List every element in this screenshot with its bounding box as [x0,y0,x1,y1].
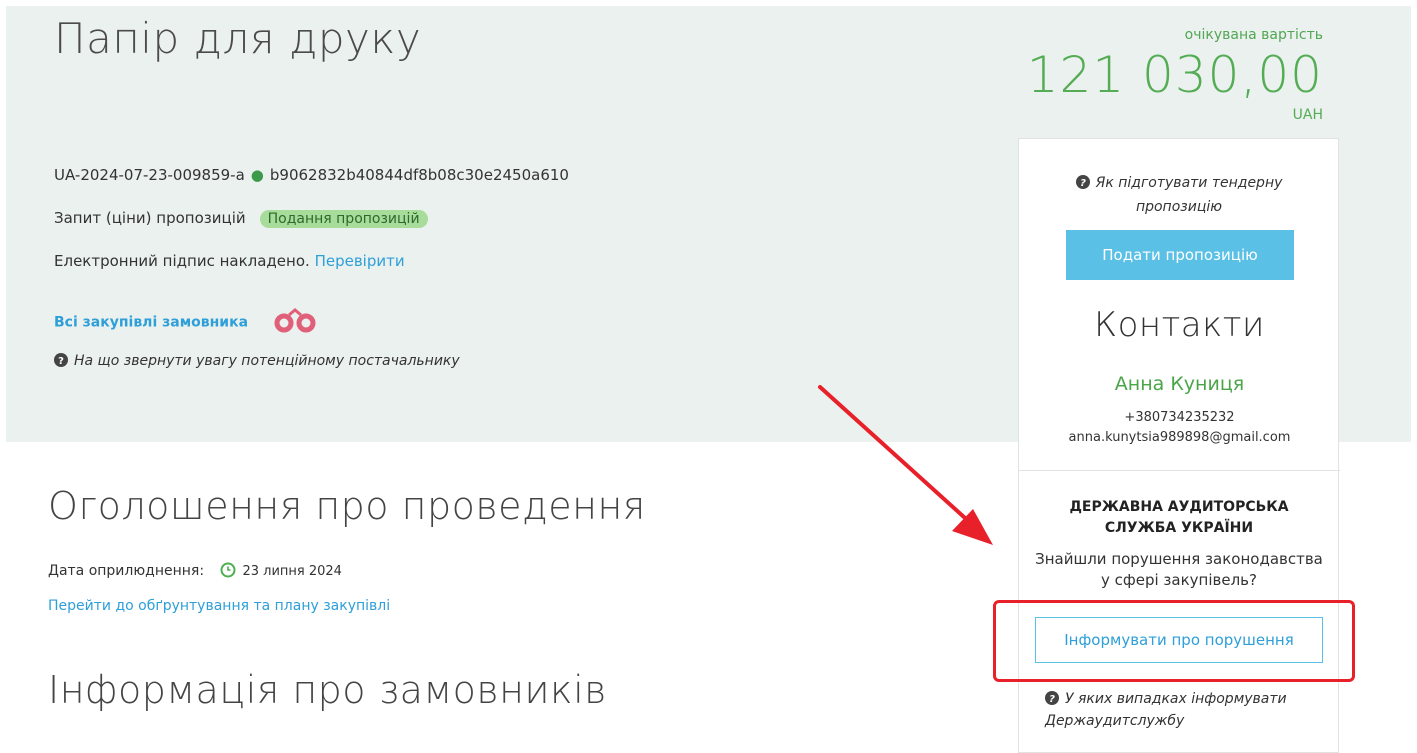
submit-bid-button[interactable]: Подати пропозицію [1066,230,1294,280]
publication-date-label: Дата оприлюднення: [48,563,205,579]
signature-line: Електронний підпис накладено. Перевірити [54,252,405,270]
prepare-bid-help-text: Як підготувати тендерну пропозицію [1095,175,1283,215]
audit-help[interactable]: ? У яких випадках інформувати Держаудитс… [1045,689,1335,732]
verify-signature-link[interactable]: Перевірити [315,252,405,270]
annotation-arrow-icon [818,385,993,545]
supplier-hint-text: На що звернути увагу потенційному постач… [74,353,460,369]
contact-phone: +380734235232 [1124,410,1235,425]
audit-help-text: У яких випадках інформувати Держаудитслу… [1045,691,1287,730]
svg-text:?: ? [1080,178,1086,189]
clock-icon [220,562,236,582]
panel-divider [1019,470,1340,471]
svg-text:?: ? [58,356,64,367]
help-circle-icon: ? [1045,691,1059,711]
plan-link-line: Перейти до обґрунтування та плану закупі… [48,598,390,614]
help-circle-icon: ? [54,353,68,371]
contacts-title: Контакти [1094,305,1265,345]
plan-link[interactable]: Перейти до обґрунтування та плану закупі… [48,598,390,614]
tender-id-line: UA-2024-07-23-009859-a ● b9062832b40844df8… [54,166,569,184]
supplier-hint-line[interactable]: ? На що звернути увагу потенційному пост… [54,351,460,371]
customers-title: Інформація про замовників [48,668,607,712]
contact-name: Анна Куниця [1114,373,1245,395]
expected-cost-label: очікувана вартість [1184,27,1323,43]
all-purchases-link[interactable]: Всі закупівлі замовника [54,315,248,331]
procedure-type: Запит (ціни) пропозицій [54,209,246,227]
status-badge: Подання пропозицій [259,210,428,228]
page-title: Папір для друку [54,14,422,63]
binoculars-icon[interactable] [271,306,319,338]
publication-date-line: Дата оприлюднення: 23 липня 2024 [48,562,342,582]
tender-hash: b9062832b40844df8b08c30e2450a610 [269,166,569,184]
publication-date-value: 23 липня 2024 [242,564,342,579]
tender-id: UA-2024-07-23-009859-a [54,166,245,184]
expected-cost-value: 121 030,00 [1026,46,1323,104]
audit-service-title: ДЕРЖАВНА АУДИТОРСЬКА СЛУЖБА УКРАЇНИ [1069,499,1289,536]
currency-label: UAH [1292,107,1323,123]
prepare-bid-help[interactable]: ? Як підготувати тендерну пропозицію [1039,173,1319,218]
help-circle-icon: ? [1075,175,1090,197]
annotation-highlight-box [993,600,1355,682]
announcement-title: Оголошення про проведення [48,484,646,528]
svg-text:?: ? [1049,694,1055,705]
audit-question: Знайшли порушення законодавства у сфері … [1035,550,1323,589]
customer-purchases-line: Всі закупівлі замовника [54,306,319,338]
signature-text: Електронний підпис накладено. [54,252,310,270]
contact-email: anna.kunytsia989898@gmail.com [1068,430,1291,445]
procedure-line: Запит (ціни) пропозицій Подання пропозиці… [54,209,428,228]
separator-dot: ● [250,166,264,184]
